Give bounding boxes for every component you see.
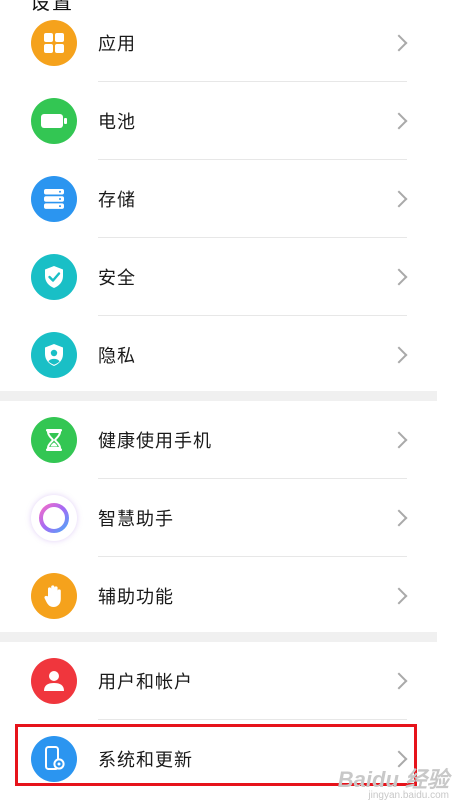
chevron-right-icon (390, 509, 408, 527)
settings-item-label: 存储 (98, 190, 136, 211)
settings-item-label: 隐私 (98, 346, 136, 367)
settings-group-assist: 健康使用手机 智慧助手 辅助功能 (0, 401, 437, 635)
settings-item-users-accounts[interactable]: 用户和帐户 (0, 642, 437, 720)
battery-icon (31, 98, 77, 144)
chevron-right-icon (390, 431, 408, 449)
settings-item-battery[interactable]: 电池 (0, 82, 437, 160)
settings-item-security[interactable]: 安全 (0, 238, 437, 316)
chevron-right-icon (390, 346, 408, 364)
settings-group-device: 应用 电池 存储 安全 隐私 (0, 4, 437, 394)
watermark-logo-text: Baidu 经验 (337, 767, 449, 792)
settings-item-smart-assistant[interactable]: 智慧助手 (0, 479, 437, 557)
settings-item-label: 电池 (98, 112, 136, 133)
watermark: Baidu 经验 jingyan.baidu.com (338, 769, 449, 801)
assistant-ring-icon (31, 495, 77, 541)
shield-check-icon (31, 254, 77, 300)
section-gap (0, 391, 437, 401)
storage-icon (31, 176, 77, 222)
settings-item-apps[interactable]: 应用 (0, 4, 437, 82)
settings-item-accessibility[interactable]: 辅助功能 (0, 557, 437, 635)
chevron-right-icon (390, 190, 408, 208)
hand-icon (31, 573, 77, 619)
system-update-icon (31, 736, 77, 782)
apps-icon (31, 20, 77, 66)
user-icon (31, 658, 77, 704)
settings-item-storage[interactable]: 存储 (0, 160, 437, 238)
chevron-right-icon (390, 112, 408, 130)
settings-item-label: 辅助功能 (98, 587, 174, 608)
privacy-shield-icon (31, 332, 77, 378)
chevron-right-icon (390, 34, 408, 52)
settings-item-privacy[interactable]: 隐私 (0, 316, 437, 394)
settings-item-label: 用户和帐户 (98, 672, 193, 693)
settings-item-label: 智慧助手 (98, 509, 174, 530)
chevron-right-icon (390, 268, 408, 286)
section-gap (0, 632, 437, 642)
watermark-url: jingyan.baidu.com (368, 790, 449, 801)
hourglass-icon (31, 417, 77, 463)
settings-item-label: 系统和更新 (98, 750, 193, 771)
chevron-right-icon (390, 750, 408, 768)
settings-item-digital-balance[interactable]: 健康使用手机 (0, 401, 437, 479)
settings-item-label: 安全 (98, 268, 136, 289)
settings-item-label: 应用 (98, 34, 136, 55)
chevron-right-icon (390, 587, 408, 605)
chevron-right-icon (390, 672, 408, 690)
settings-item-label: 健康使用手机 (98, 431, 212, 452)
